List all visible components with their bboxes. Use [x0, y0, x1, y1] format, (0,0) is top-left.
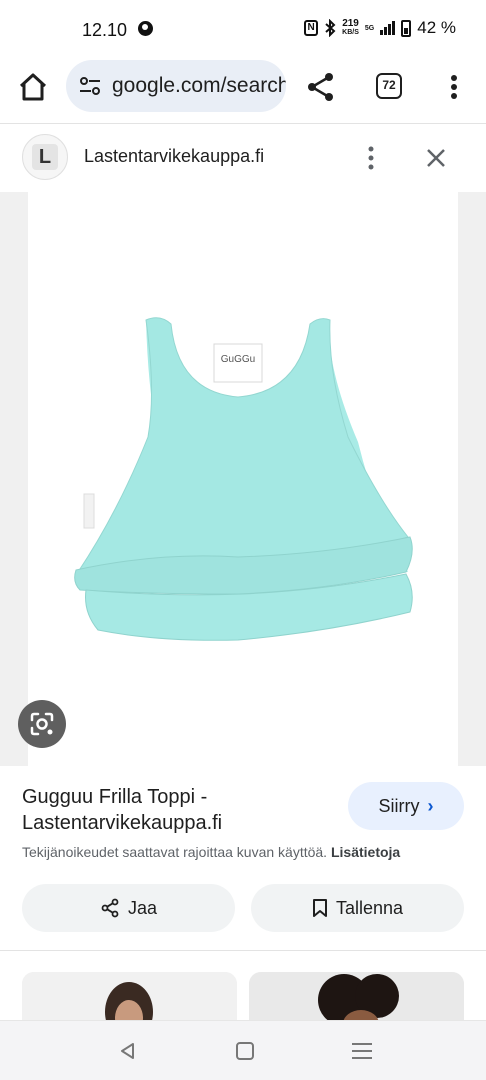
action-row: Jaa Tallenna [22, 884, 464, 932]
copyright-notice: Tekijänoikeudet saattavat rajoittaa kuva… [22, 844, 400, 860]
address-bar[interactable]: google.com/search [66, 60, 286, 112]
home-nav-icon[interactable] [236, 1042, 254, 1060]
browser-toolbar: google.com/search 72 [0, 60, 486, 124]
back-icon[interactable] [118, 1041, 138, 1061]
copyright-text: Tekijänoikeudet saattavat rajoittaa kuva… [22, 844, 328, 860]
url-text: google.com/search [112, 74, 286, 97]
net-speed-value: 219 [342, 18, 359, 29]
chevron-right-icon: › [427, 795, 434, 816]
signal-icon [380, 21, 396, 35]
product-image-drawing: GuGGu [74, 317, 413, 641]
more-info-link[interactable]: Lisätietoja [331, 844, 400, 860]
related-image[interactable] [22, 972, 237, 1022]
visit-button[interactable]: Siirry › [348, 782, 464, 830]
source-logo-letter: L [32, 144, 58, 170]
recents-icon[interactable] [352, 1043, 372, 1064]
net-speed: 219 KB/S [342, 19, 359, 37]
notification-icon [138, 21, 153, 36]
status-indicators: N 219 KB/S 5G 42 % [304, 18, 456, 38]
home-icon[interactable] [16, 70, 50, 104]
save-button[interactable]: Tallenna [251, 884, 464, 932]
result-info: Gugguu Frilla Toppi - Lastentarvikekaupp… [0, 766, 486, 950]
share-icon [101, 898, 119, 918]
system-nav-bar [0, 1020, 486, 1080]
lens-icon [30, 712, 54, 736]
more-vert-icon[interactable] [442, 70, 466, 104]
lens-button[interactable] [18, 700, 66, 748]
network-type: 5G [364, 24, 375, 32]
share-button[interactable]: Jaa [22, 884, 235, 932]
close-icon[interactable] [422, 144, 450, 172]
bluetooth-icon [325, 19, 336, 37]
related-image[interactable] [249, 972, 464, 1022]
save-label: Tallenna [335, 897, 404, 918]
site-settings-icon[interactable] [78, 76, 102, 96]
related-image-thumb [249, 972, 464, 1022]
more-vert-icon[interactable] [362, 144, 380, 172]
source-header: L Lastentarvikekauppa.fi [0, 124, 486, 192]
status-time: 12.10 [82, 20, 128, 40]
bookmark-icon [312, 899, 327, 917]
net-speed-unit: KB/S [342, 29, 359, 36]
battery-level: 42 % [417, 18, 456, 37]
image-viewer: GuGGu [0, 192, 486, 766]
share-label: Jaa [127, 897, 158, 918]
garment-label: GuGGu [221, 354, 255, 365]
status-bar: 12.10 N 219 KB/S 5G 42 % [0, 0, 486, 60]
source-name[interactable]: Lastentarvikekauppa.fi [84, 146, 264, 167]
nfc-icon: N [304, 20, 319, 36]
product-image[interactable]: GuGGu [28, 192, 458, 766]
visit-label: Siirry [378, 795, 420, 816]
product-title[interactable]: Gugguu Frilla Toppi - Lastentarvikekaupp… [22, 784, 322, 836]
share-icon[interactable] [304, 70, 338, 104]
tab-switcher-button[interactable]: 72 [376, 73, 402, 99]
battery-icon [401, 19, 412, 37]
divider [0, 950, 486, 951]
related-images [22, 972, 464, 1022]
related-image-thumb [22, 972, 237, 1022]
source-logo[interactable]: L [22, 134, 68, 180]
